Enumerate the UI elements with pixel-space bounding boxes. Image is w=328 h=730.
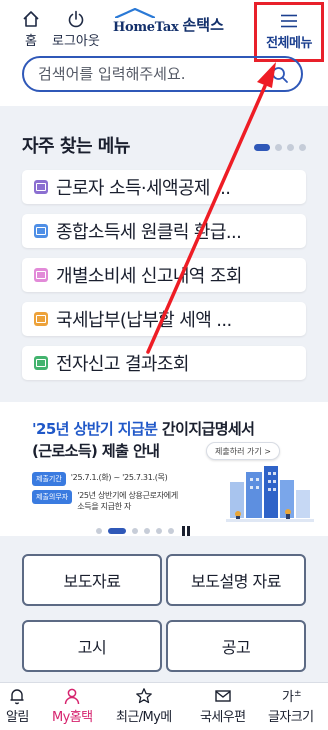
nav-post-label: 국세우편	[200, 710, 246, 725]
obligor-value-line1: '25년 상반기에 상용근로자에게	[77, 491, 178, 500]
roof-icon	[115, 8, 155, 18]
obligor-tag: 제출의무자	[32, 490, 73, 504]
favorite-item-label: 개별소비세 신고내역 조회	[56, 266, 242, 287]
search-icon[interactable]	[271, 66, 289, 84]
favorite-item-oneclick-refund[interactable]: 종합소득세 원클릭 환급...	[22, 214, 306, 248]
orange-screen-icon	[34, 312, 48, 326]
all-menu-button[interactable]: 전체메뉴	[254, 2, 324, 62]
banner-period-row: 제출기간 '25.7.1.(화) ~ '25.7.31.(목)	[32, 472, 168, 486]
nav-font-size-label: 글자크기	[268, 710, 314, 725]
announcement-button[interactable]: 공고	[166, 620, 306, 672]
search-bar	[22, 56, 303, 92]
favorite-item-income-deduction[interactable]: 근로자 소득·세액공제 ...	[22, 170, 306, 204]
all-menu-label: 전체메뉴	[266, 35, 312, 51]
favorite-item-label: 종합소득세 원클릭 환급...	[56, 222, 242, 243]
notice-banner[interactable]: '25년 상반기 지급분 간이지급명세서 (근로소득) 제출 안내 제출하러 가…	[0, 406, 328, 536]
nav-recent[interactable]: 최근/My메	[116, 687, 172, 725]
pager-dot[interactable]	[275, 144, 282, 151]
banner-pager-dot[interactable]	[156, 528, 162, 534]
pause-icon[interactable]	[182, 526, 190, 536]
logout-button[interactable]: 로그아웃	[52, 10, 100, 49]
office-building-illustration	[226, 466, 314, 522]
home-icon	[23, 11, 39, 27]
logo-text: HomeTax	[113, 20, 179, 35]
period-value: '25.7.1.(화) ~ '25.7.31.(목)	[70, 473, 168, 482]
obligor-value-line2: 소득을 지급한 자	[77, 502, 132, 511]
hamburger-icon	[281, 14, 297, 27]
home-button[interactable]: 홈	[22, 10, 40, 49]
submit-link-button[interactable]: 제출하러 가기 >	[206, 442, 280, 460]
nav-font-size[interactable]: 가 ± 글자크기	[268, 687, 314, 725]
bottom-navigation: 알림 My홈택 최근/My메 국세우편 가 ± 글자크기	[0, 682, 328, 730]
period-tag: 제출기간	[32, 472, 66, 486]
banner-pager-dot[interactable]	[144, 528, 150, 534]
pager-dot-active[interactable]	[254, 144, 270, 151]
banner-subtitle: (근로소득) 제출 안내	[32, 442, 160, 460]
press-section: 보도자료 보도설명 자료 고시 공고	[0, 536, 328, 682]
banner-pager-dot[interactable]	[132, 528, 138, 534]
mail-icon	[215, 690, 231, 702]
search-input[interactable]	[38, 65, 258, 83]
person-icon	[64, 688, 80, 705]
favorite-item-consumption-tax[interactable]: 개별소비세 신고내역 조회	[22, 258, 306, 292]
pager-dot[interactable]	[299, 144, 306, 151]
favorite-item-label: 국세납부(납부할 세액 ...	[56, 310, 232, 331]
home-label: 홈	[25, 34, 37, 49]
favorite-menu-title: 자주 찾는 메뉴	[22, 136, 130, 157]
nav-myhome[interactable]: My홈택	[52, 687, 93, 725]
obligor-value: '25년 상반기에 상용근로자에게 소득을 지급한 자	[77, 490, 178, 512]
favorite-item-efiling-result[interactable]: 전자신고 결과조회	[22, 346, 306, 380]
banner-pager	[96, 526, 190, 536]
bell-icon	[10, 689, 24, 705]
nav-recent-label: 최근/My메	[116, 710, 172, 725]
nav-alerts-label: 알림	[6, 710, 29, 725]
nav-alerts[interactable]: 알림	[6, 687, 29, 725]
banner-title-highlight: '25년 상반기 지급분	[32, 420, 158, 438]
svg-text:가: 가	[282, 690, 294, 705]
logo-subtext: 손택스	[182, 16, 224, 34]
power-icon	[68, 10, 84, 28]
svg-text:±: ±	[294, 689, 301, 699]
nav-myhome-label: My홈택	[52, 710, 93, 725]
pager-dot[interactable]	[287, 144, 294, 151]
favorite-item-tax-payment[interactable]: 국세납부(납부할 세액 ...	[22, 302, 306, 336]
banner-pager-dot[interactable]	[168, 528, 174, 534]
header: 홈 로그아웃 HomeTax 손택스 전체메뉴	[0, 0, 328, 100]
favorite-item-label: 근로자 소득·세액공제 ...	[56, 178, 231, 199]
pink-screen-icon	[34, 268, 48, 282]
blue-screen-icon	[34, 224, 48, 238]
banner-obligor-row: 제출의무자 '25년 상반기에 상용근로자에게 소득을 지급한 자	[32, 490, 178, 512]
favorite-item-label: 전자신고 결과조회	[56, 354, 189, 375]
banner-pager-dot-active[interactable]	[108, 528, 126, 534]
nav-post[interactable]: 국세우편	[200, 687, 246, 725]
favorite-menu-panel: 자주 찾는 메뉴 근로자 소득·세액공제 ... 종합소득세 원클릭 환급...…	[0, 106, 328, 402]
banner-title-rest: 간이지급명세서	[157, 420, 255, 438]
favorite-menu-pager[interactable]	[254, 144, 306, 151]
banner-pager-dot[interactable]	[96, 528, 102, 534]
purple-screen-icon	[34, 180, 48, 194]
press-explanation-button[interactable]: 보도설명 자료	[166, 554, 306, 606]
notice-button[interactable]: 고시	[22, 620, 162, 672]
font-size-icon: 가 ±	[282, 689, 301, 705]
hometax-logo[interactable]: HomeTax 손택스	[113, 8, 224, 35]
press-release-button[interactable]: 보도자료	[22, 554, 162, 606]
star-icon	[135, 688, 152, 704]
logout-label: 로그아웃	[52, 34, 100, 49]
green-screen-icon	[34, 356, 48, 370]
banner-title: '25년 상반기 지급분 간이지급명세서	[32, 418, 255, 439]
